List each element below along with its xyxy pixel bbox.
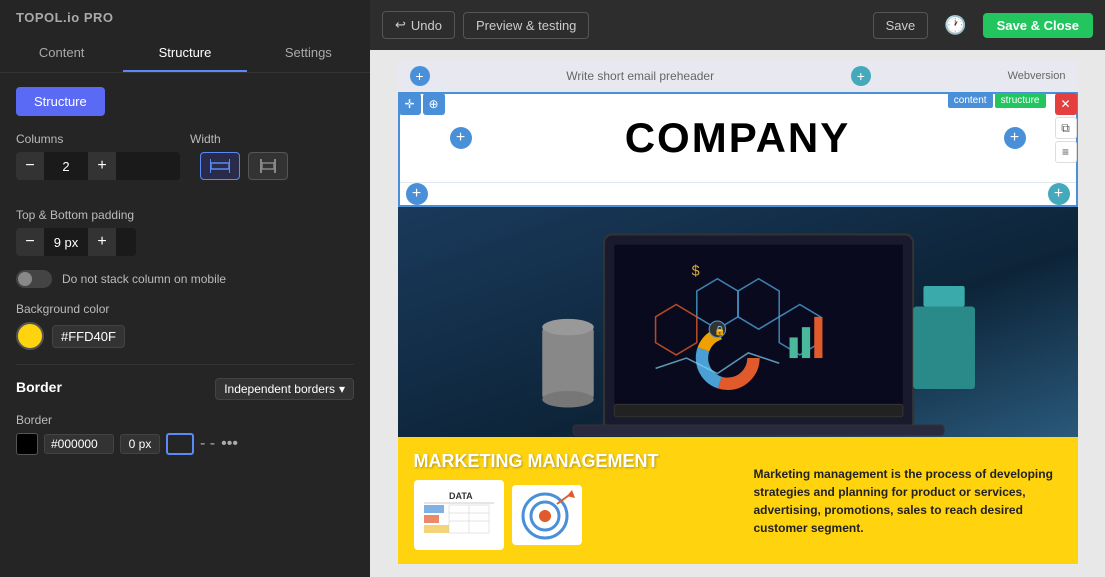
columns-increment[interactable]: + bbox=[88, 152, 116, 180]
preheader-add-btn-right[interactable]: + bbox=[851, 66, 871, 86]
add-block-left[interactable]: + bbox=[450, 127, 472, 149]
tab-settings[interactable]: Settings bbox=[247, 35, 370, 72]
undo-icon: ↩ bbox=[395, 17, 406, 33]
history-icon: 🕐 bbox=[944, 15, 966, 35]
data-icon: DATA bbox=[414, 480, 504, 550]
border-type-dropdown[interactable]: Independent borders ▾ bbox=[215, 378, 354, 400]
columns-field: Columns − 2 + bbox=[16, 132, 180, 180]
bg-color-label: Background color bbox=[16, 302, 354, 316]
marketing-left-col: MARKETING MANAGEMENT DATA bbox=[398, 437, 738, 564]
border-px-input[interactable] bbox=[120, 434, 160, 454]
border-style-dotted-btn[interactable]: ••• bbox=[221, 435, 238, 453]
topbar: ↩ Undo Preview & testing Save 🕐 Save & C… bbox=[370, 0, 1105, 50]
columns-stepper: − 2 + bbox=[16, 152, 180, 180]
target-svg bbox=[517, 488, 577, 543]
stack-toggle[interactable] bbox=[16, 270, 52, 288]
sidebar-tabs: Content Structure Settings bbox=[0, 35, 370, 73]
columns-decrement[interactable]: − bbox=[16, 152, 44, 180]
preheader-bar: + Write short email preheader + Webversi… bbox=[398, 60, 1078, 92]
border-type-label: Independent borders bbox=[224, 382, 335, 396]
laptop-image: $ 🔒 bbox=[398, 207, 1078, 437]
width-options bbox=[200, 152, 354, 180]
padding-stepper: − 9 px + bbox=[16, 228, 136, 256]
save-label: Save bbox=[886, 18, 916, 33]
section-right-controls: ✕ ⧉ ≡ bbox=[1055, 93, 1077, 163]
padding-increment[interactable]: + bbox=[88, 228, 116, 256]
border-section-header: Border Independent borders ▾ bbox=[16, 373, 354, 405]
stack-toggle-row: Do not stack column on mobile bbox=[16, 270, 354, 288]
tab-structure[interactable]: Structure bbox=[123, 35, 246, 72]
border-color-input[interactable] bbox=[44, 434, 114, 454]
section-badges: content structure bbox=[948, 93, 1046, 108]
width-btn-narrow[interactable] bbox=[248, 152, 288, 180]
delete-section-btn[interactable]: ✕ bbox=[1055, 93, 1077, 115]
marketing-icons-row: DATA bbox=[414, 480, 722, 550]
border-style-dashed-btn[interactable]: - - bbox=[200, 435, 215, 453]
sidebar: TOPOL.io PRO Content Structure Settings … bbox=[0, 0, 370, 577]
structure-badge[interactable]: structure bbox=[995, 93, 1046, 108]
image-block: $ 🔒 bbox=[398, 207, 1078, 437]
border-style-solid-btn[interactable] bbox=[166, 433, 194, 455]
move-handle[interactable]: ✛ bbox=[399, 93, 421, 115]
tab-content[interactable]: Content bbox=[0, 35, 123, 72]
section-top-controls: ✛ ⊕ bbox=[399, 93, 445, 115]
data-table-svg: DATA bbox=[419, 485, 499, 545]
width-btn-full[interactable] bbox=[200, 152, 240, 180]
svg-text:DATA: DATA bbox=[449, 491, 473, 501]
stack-label: Do not stack column on mobile bbox=[62, 272, 226, 286]
border-controls: - - ••• bbox=[16, 433, 354, 455]
preheader-text[interactable]: Write short email preheader bbox=[566, 69, 714, 83]
app-logo: TOPOL.io PRO bbox=[0, 0, 370, 35]
preview-label: Preview & testing bbox=[476, 18, 576, 33]
add-block-right[interactable]: + bbox=[1004, 127, 1026, 149]
bg-color-value[interactable]: #FFD40F bbox=[52, 325, 125, 348]
undo-label: Undo bbox=[411, 18, 442, 33]
section-bottom-controls: + + bbox=[400, 182, 1076, 205]
border-label: Border bbox=[16, 413, 354, 427]
company-title[interactable]: COMPANY bbox=[420, 114, 1056, 162]
content-badge[interactable]: content bbox=[948, 93, 993, 108]
marketing-description: Marketing management is the process of d… bbox=[754, 465, 1062, 537]
bg-color-swatch[interactable] bbox=[16, 322, 44, 350]
webversion-label: Webversion bbox=[1008, 70, 1066, 82]
save-button[interactable]: Save bbox=[873, 12, 929, 39]
target-icon bbox=[512, 485, 582, 545]
email-container: + Write short email preheader + Webversi… bbox=[398, 60, 1078, 564]
history-button[interactable]: 🕐 bbox=[936, 10, 974, 41]
drag-handle[interactable]: ⊕ bbox=[423, 93, 445, 115]
columns-label: Columns bbox=[16, 132, 180, 146]
copy-section-btn[interactable]: ⧉ bbox=[1055, 117, 1077, 139]
add-row-left[interactable]: + bbox=[406, 183, 428, 205]
preview-button[interactable]: Preview & testing bbox=[463, 12, 589, 39]
columns-value: 2 bbox=[44, 159, 88, 174]
svg-text:$: $ bbox=[691, 264, 699, 280]
sidebar-content: Structure Columns − 2 + Width bbox=[0, 73, 370, 577]
padding-field: Top & Bottom padding − 9 px + bbox=[16, 208, 354, 256]
columns-width-row: Columns − 2 + Width bbox=[16, 132, 354, 194]
padding-decrement[interactable]: − bbox=[16, 228, 44, 256]
chevron-down-icon: ▾ bbox=[339, 382, 345, 396]
padding-label: Top & Bottom padding bbox=[16, 208, 354, 222]
padding-value: 9 px bbox=[44, 235, 88, 250]
border-section-title: Border bbox=[16, 379, 62, 395]
add-row-right[interactable]: + bbox=[1048, 183, 1070, 205]
marketing-section: MARKETING MANAGEMENT DATA bbox=[398, 437, 1078, 564]
structure-active-button[interactable]: Structure bbox=[16, 87, 105, 116]
main-area: ↩ Undo Preview & testing Save 🕐 Save & C… bbox=[370, 0, 1105, 577]
width-label: Width bbox=[190, 132, 354, 146]
divider bbox=[16, 364, 354, 365]
undo-button[interactable]: ↩ Undo bbox=[382, 11, 455, 39]
save-close-button[interactable]: Save & Close bbox=[983, 13, 1093, 38]
border-color-swatch[interactable] bbox=[16, 433, 38, 455]
canvas-area: + Write short email preheader + Webversi… bbox=[370, 50, 1105, 577]
stack-section-btn[interactable]: ≡ bbox=[1055, 141, 1077, 163]
preheader-add-btn[interactable]: + bbox=[410, 66, 430, 86]
bg-color-row: #FFD40F bbox=[16, 322, 354, 350]
marketing-right-col: Marketing management is the process of d… bbox=[738, 437, 1078, 564]
width-field: Width bbox=[190, 132, 354, 180]
marketing-title: MARKETING MANAGEMENT bbox=[414, 451, 722, 472]
svg-text:🔒: 🔒 bbox=[714, 325, 726, 336]
company-section: ✛ ⊕ content structure ✕ ⧉ ≡ + bbox=[398, 92, 1078, 207]
